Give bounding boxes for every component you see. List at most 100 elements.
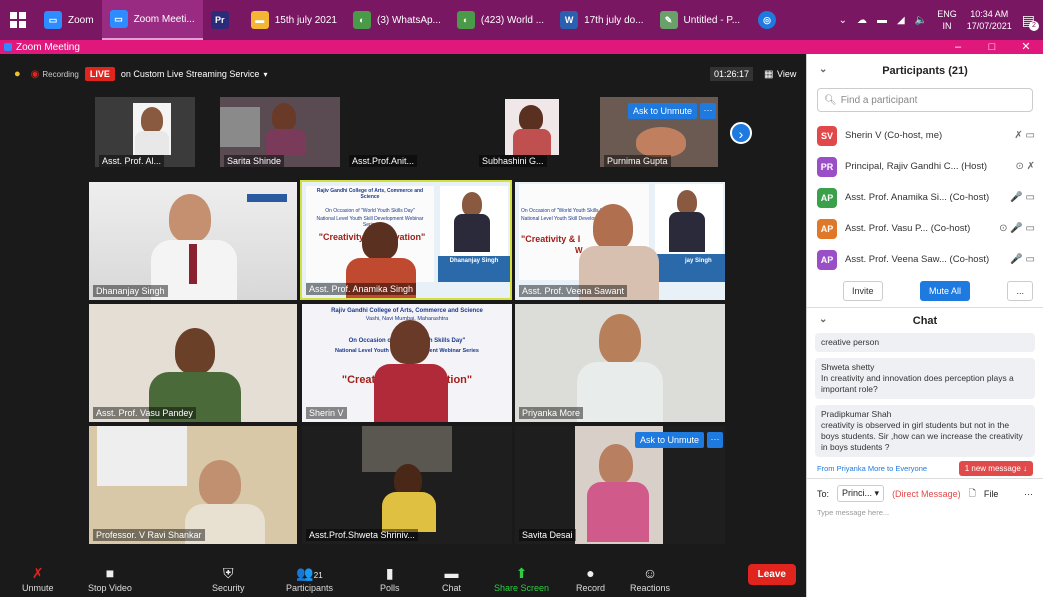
cloud-icon[interactable]: ☁ xyxy=(857,15,867,26)
chat-message-text: In creativity and innovation does percep… xyxy=(821,373,1014,394)
chevron-down-icon[interactable]: ⌄ xyxy=(819,314,827,325)
reactions-button[interactable]: ☺ Reactions xyxy=(630,563,670,593)
notification-icon[interactable]: ▤ 2 xyxy=(1022,12,1039,31)
taskbar-item[interactable]: ◐ (423) World ... xyxy=(449,0,552,40)
taskbar-item[interactable]: ▬ 15th july 2021 xyxy=(243,0,345,40)
participant-tile-active-speaker[interactable]: Rajiv Gandhi College of Arts, Commerce a… xyxy=(300,180,512,300)
chat-label: Chat xyxy=(442,583,462,593)
security-button[interactable]: ⛨ Security xyxy=(212,563,245,593)
clock[interactable]: 10:34 AM 17/07/2021 xyxy=(967,8,1012,32)
window-titlebar: Zoom Meeting – □ ✕ xyxy=(0,40,1043,54)
participant-row[interactable]: SV Sherin V (Co-host, me) ✗ ▭ xyxy=(807,120,1043,151)
info-icon[interactable]: ● xyxy=(14,68,21,80)
view-button[interactable]: View xyxy=(777,69,796,79)
microphone-muted-icon: ✗ xyxy=(31,565,44,581)
chat-button[interactable]: ▬ Chat xyxy=(442,563,461,593)
clock-time: 10:34 AM xyxy=(970,9,1009,19)
notification-count: 2 xyxy=(1029,20,1039,31)
participant-tile[interactable]: Subhashini G... xyxy=(475,97,595,167)
reactions-icon: ☺ xyxy=(642,565,658,581)
ask-to-unmute-button[interactable]: Ask to Unmute xyxy=(635,432,705,448)
taskbar-item[interactable]: ✎ Untitled - P... xyxy=(652,0,749,40)
reactions-label: Reactions xyxy=(630,583,671,593)
participant-tile[interactable]: Asst.Prof.Anit... xyxy=(345,97,465,167)
taskbar-chrome-icon[interactable]: ◎ xyxy=(748,0,786,40)
participant-tile[interactable]: Priyanka More xyxy=(515,304,725,422)
windows-start-icon[interactable] xyxy=(0,0,36,40)
minimize-button[interactable]: – xyxy=(941,40,975,54)
chat-more-button[interactable]: ··· xyxy=(1024,489,1033,499)
chat-message-text: creativity is observed in girl students … xyxy=(821,420,1023,452)
recipient-select[interactable]: Princi... ▾ xyxy=(837,485,885,502)
unmute-button[interactable]: ✗ Unmute xyxy=(22,563,54,593)
avatar: PR xyxy=(817,156,837,177)
participant-tile[interactable]: On Occasion of "World Youth Skills Day" … xyxy=(515,182,725,300)
ask-to-unmute-button[interactable]: Ask to Unmute xyxy=(628,103,698,119)
file-icon[interactable]: 🗋 xyxy=(969,486,976,502)
chevron-down-icon[interactable]: ⌄ xyxy=(819,64,827,75)
wifi-icon[interactable]: ◢ xyxy=(897,15,905,26)
shield-icon: ⛨ xyxy=(223,565,234,581)
participant-row-name: Asst. Prof. Vasu P... (Co-host) xyxy=(845,223,971,234)
participant-tile[interactable]: Sarita Shinde xyxy=(220,97,340,167)
more-button[interactable]: ... xyxy=(1007,281,1033,301)
chevron-down-icon[interactable]: ▾ xyxy=(263,70,267,79)
participant-search-input[interactable]: 🔍︎ Find a participant xyxy=(817,88,1033,112)
recipient-value: Princi... xyxy=(842,488,873,498)
side-panel: ⌄ Participants (21) 🔍︎ Find a participan… xyxy=(806,54,1043,597)
app-icon: W xyxy=(560,11,579,29)
taskbar-item[interactable]: ▭ Zoom xyxy=(36,0,102,40)
participant-tile[interactable]: Rajiv Gandhi College of Arts, Commerce a… xyxy=(302,304,512,422)
more-options-button[interactable]: ··· xyxy=(707,432,723,448)
participant-tile[interactable]: Dhananjay Singh xyxy=(89,182,297,300)
invite-button[interactable]: Invite xyxy=(843,281,883,301)
more-options-button[interactable]: ··· xyxy=(700,103,716,119)
taskbar-item[interactable]: W 17th july do... xyxy=(552,0,651,40)
participant-row-name: Sherin V (Co-host, me) xyxy=(845,130,943,141)
participant-tile[interactable]: Ask to Unmute ··· Savita Desai xyxy=(515,426,725,544)
volume-icon[interactable]: 🔈 xyxy=(915,15,927,26)
participant-name: Asst. Prof. Veena Sawant xyxy=(519,285,628,297)
participants-button[interactable]: 👥21 Participants xyxy=(286,563,333,593)
network-icon[interactable]: ▬ xyxy=(877,15,887,26)
maximize-button[interactable]: □ xyxy=(975,40,1009,54)
close-button[interactable]: ✕ xyxy=(1009,40,1043,54)
chat-from-label: From Priyanka More to Everyone xyxy=(817,464,928,473)
mute-all-button[interactable]: Mute All xyxy=(919,281,970,301)
chat-message-input[interactable]: Type message here... xyxy=(807,508,1043,517)
participant-tile[interactable]: Asst. Prof. Al... xyxy=(95,97,195,167)
participant-tile[interactable]: Professor. V Ravi Shankar xyxy=(89,426,297,544)
taskbar-item[interactable]: Pr xyxy=(203,0,243,40)
taskbar-item-label: Zoom xyxy=(68,14,94,26)
participant-tile[interactable]: Ask to Unmute ··· Purnima Gupta xyxy=(600,97,718,167)
record-button[interactable]: ● Record xyxy=(576,563,605,593)
search-placeholder: Find a participant xyxy=(840,94,918,106)
file-button[interactable]: File xyxy=(984,489,999,499)
slide-topic-partial: "Creativity & I xyxy=(521,234,581,244)
stop-video-button[interactable]: ■ Stop Video xyxy=(88,563,132,593)
language-indicator[interactable]: ENG IN xyxy=(937,8,957,32)
participant-row[interactable]: AP Asst. Prof. Anamika Si... (Co-host) 🎤 ▭ xyxy=(807,182,1043,213)
new-message-button[interactable]: 1 new message ↓ xyxy=(958,461,1033,476)
streaming-label[interactable]: on Custom Live Streaming Service xyxy=(121,69,260,79)
recording-icon[interactable]: ◉ xyxy=(31,69,40,80)
next-page-arrow-icon[interactable]: › xyxy=(730,122,752,144)
chat-message-text: creative person xyxy=(821,337,880,347)
taskbar-item[interactable]: ◐ (3) WhatsAp... xyxy=(345,0,449,40)
participant-row[interactable]: AP Asst. Prof. Vasu P... (Co-host) ⊙ 🎤 ▭ xyxy=(807,213,1043,244)
participant-tile[interactable]: Asst.Prof.Shweta Shriniv... xyxy=(302,426,512,544)
record-icon: ● xyxy=(586,565,595,581)
taskbar-item[interactable]: ▭ Zoom Meeti... xyxy=(101,0,203,40)
avatar: AP xyxy=(817,187,837,208)
tray-up-icon[interactable]: ⌄ xyxy=(839,15,847,26)
participant-row[interactable]: PR Principal, Rajiv Gandhi C... (Host) ⊙ ✗ xyxy=(807,151,1043,182)
participant-row[interactable]: AP Asst. Prof. Veena Saw... (Co-host) 🎤 ▭ xyxy=(807,244,1043,275)
participant-name: Priyanka More xyxy=(519,407,584,419)
leave-button[interactable]: Leave xyxy=(747,564,796,585)
view-icon[interactable]: ▦ xyxy=(764,69,773,80)
participant-row-name: Asst. Prof. Veena Saw... (Co-host) xyxy=(845,254,990,265)
live-badge[interactable]: LIVE xyxy=(84,67,115,81)
polls-button[interactable]: ▮ Polls xyxy=(380,563,400,593)
share-screen-button[interactable]: ⬆ Share Screen xyxy=(494,563,549,593)
participant-tile[interactable]: Asst. Prof. Vasu Pandey xyxy=(89,304,297,422)
